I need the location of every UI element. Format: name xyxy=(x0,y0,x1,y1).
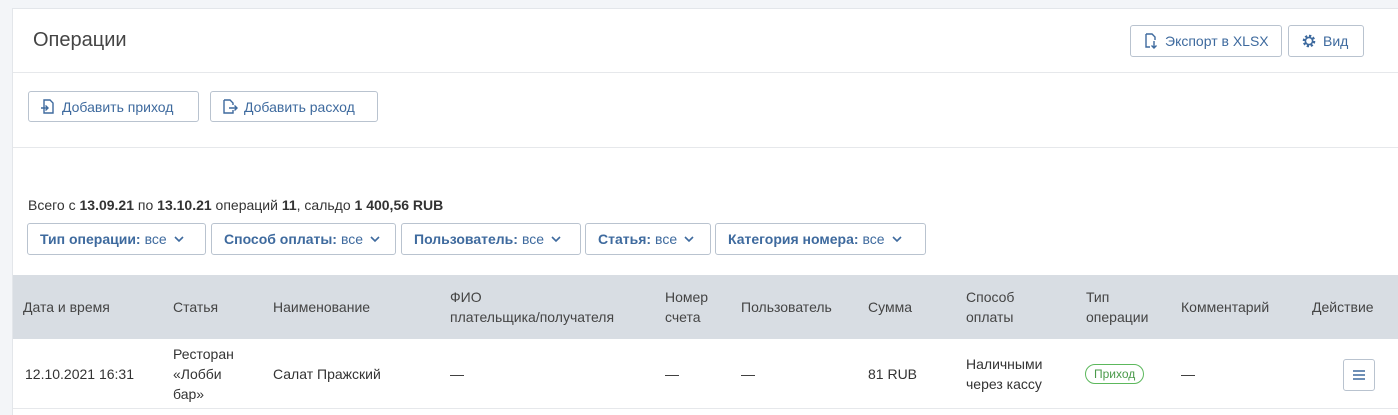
add-expense-button[interactable]: Добавить расход xyxy=(210,91,378,122)
status-badge: Приход xyxy=(1085,364,1145,384)
filter-value: все xyxy=(340,231,364,247)
col-optype-line1: Тип xyxy=(1086,289,1110,305)
filter-label: Категория номера: xyxy=(728,231,859,247)
col-user[interactable]: Пользователь xyxy=(741,275,832,339)
cell-payer: — xyxy=(450,366,464,382)
col-optype-line2: операции xyxy=(1086,309,1149,325)
add-income-label: Добавить приход xyxy=(62,98,174,115)
cell-method-line1: Наличными xyxy=(966,356,1043,372)
col-method-line1: Способ xyxy=(966,289,1015,305)
filter-value: все xyxy=(144,231,167,247)
filter-value: все xyxy=(521,231,545,247)
file-in-icon xyxy=(40,98,56,115)
view-button[interactable]: Вид xyxy=(1288,25,1364,57)
chevron-down-icon xyxy=(891,233,903,245)
add-expense-label: Добавить расход xyxy=(244,98,355,115)
cell-article-line3: бар» xyxy=(173,386,205,402)
chevron-down-icon xyxy=(683,233,695,245)
cell-comment: — xyxy=(1181,366,1195,382)
col-payer-line1: ФИО xyxy=(450,289,482,305)
hamburger-menu-icon xyxy=(1351,368,1367,382)
chevron-down-icon xyxy=(369,233,381,245)
col-name[interactable]: Наименование xyxy=(273,275,370,339)
summary-mid: по xyxy=(137,197,154,213)
filter-payment-method[interactable]: Способ оплаты: все xyxy=(211,223,396,255)
col-datetime[interactable]: Дата и время xyxy=(23,275,110,339)
cell-user: — xyxy=(741,366,755,382)
summary-date-from: 13.09.21 xyxy=(79,197,135,213)
file-out-icon xyxy=(222,98,238,115)
filter-room-category[interactable]: Категория номера: все xyxy=(715,223,926,255)
view-label: Вид xyxy=(1323,33,1349,49)
cell-article-line2: «Лобби xyxy=(173,366,222,382)
filter-article[interactable]: Статья: все xyxy=(585,223,711,255)
cell-article-line1: Ресторан xyxy=(173,346,234,362)
col-account-line2: счета xyxy=(665,309,701,325)
export-label: Экспорт в XLSX xyxy=(1165,33,1269,49)
action-toolbar: Добавить приход Добавить расход xyxy=(13,73,1398,148)
col-article[interactable]: Статья xyxy=(173,275,218,339)
summary-balance: 1 400,56 RUB xyxy=(354,197,444,213)
filter-label: Пользователь: xyxy=(414,231,518,247)
cell-payment-method: Наличными через кассу xyxy=(966,339,1042,409)
gear-icon xyxy=(1301,33,1317,49)
cell-datetime: 12.10.2021 16:31 xyxy=(25,366,134,382)
col-comment[interactable]: Комментарий xyxy=(1181,275,1269,339)
operations-card: Операции Экспорт в XLSX Вид Добавить при… xyxy=(12,8,1398,415)
cell-amount: 81 RUB xyxy=(868,366,918,382)
col-payer-line2: плательщика/получателя xyxy=(450,309,615,325)
col-payer[interactable]: ФИО плательщика/получателя xyxy=(450,275,614,339)
file-download-icon xyxy=(1143,33,1159,49)
cell-name: Салат Пражский xyxy=(273,366,381,382)
cell-article: Ресторан «Лобби бар» xyxy=(173,339,234,409)
cell-operation-type: Приход xyxy=(1085,339,1145,409)
chevron-down-icon xyxy=(173,233,185,245)
col-account[interactable]: Номер счета xyxy=(665,275,708,339)
table-row[interactable]: 12.10.2021 16:31 Ресторан «Лобби бар» Са… xyxy=(13,339,1398,409)
col-payment-method[interactable]: Способ оплаты xyxy=(966,275,1014,339)
filter-value: все xyxy=(862,231,885,247)
chevron-down-icon xyxy=(550,233,562,245)
export-xlsx-button[interactable]: Экспорт в XLSX xyxy=(1130,25,1282,57)
page-title: Операции xyxy=(33,29,127,51)
row-action-menu-button[interactable] xyxy=(1343,359,1375,391)
filter-value: все xyxy=(655,231,678,247)
summary-date-to: 13.10.21 xyxy=(157,197,212,213)
cell-method-line2: через кассу xyxy=(966,376,1042,392)
col-account-line1: Номер xyxy=(665,289,709,305)
summary-line: Всего с 13.09.21 по 13.10.21 операций 11… xyxy=(28,197,443,213)
add-income-button[interactable]: Добавить приход xyxy=(28,91,199,122)
filter-label: Способ оплаты: xyxy=(224,231,337,247)
summary-prefix: Всего с xyxy=(28,197,76,213)
summary-ops-count: 11 xyxy=(281,197,297,213)
summary-ops-label: операций xyxy=(215,197,278,213)
table-header: Дата и время Статья Наименование ФИО пла… xyxy=(13,275,1398,339)
card-header: Операции Экспорт в XLSX Вид xyxy=(13,9,1398,73)
col-amount[interactable]: Сумма xyxy=(868,275,912,339)
col-operation-type[interactable]: Тип операции xyxy=(1086,275,1148,339)
summary-balance-label: , сальдо xyxy=(296,197,351,213)
filter-user[interactable]: Пользователь: все xyxy=(401,223,581,255)
filter-label: Статья: xyxy=(598,231,652,247)
col-method-line2: оплаты xyxy=(966,309,1014,325)
filter-operation-type[interactable]: Тип операции: все xyxy=(27,223,206,255)
col-action: Действие xyxy=(1312,299,1374,315)
cell-account: — xyxy=(665,366,679,382)
filter-label: Тип операции: xyxy=(40,231,141,247)
